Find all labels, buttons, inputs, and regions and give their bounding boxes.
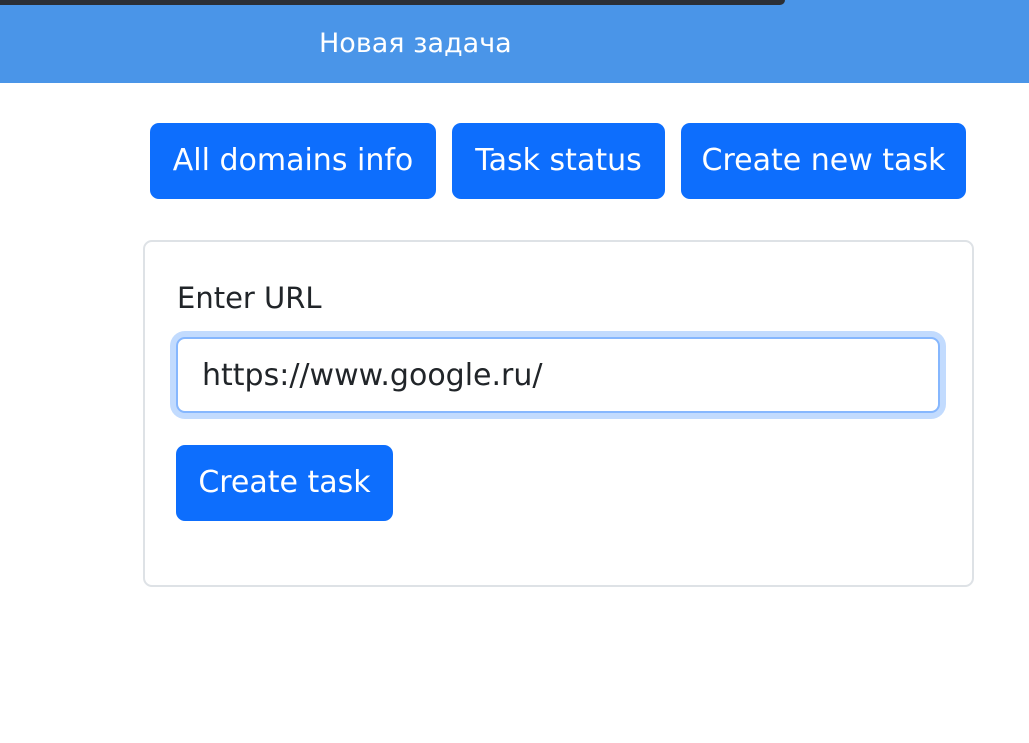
task-status-button[interactable]: Task status bbox=[452, 123, 665, 199]
create-task-button[interactable]: Create task bbox=[176, 445, 393, 521]
window-frame-edge bbox=[0, 0, 785, 5]
page-title: Новая задача bbox=[319, 28, 512, 59]
create-new-task-button[interactable]: Create new task bbox=[681, 123, 966, 199]
url-field-label: Enter URL bbox=[177, 281, 322, 315]
all-domains-info-button[interactable]: All domains info bbox=[150, 123, 436, 199]
top-header: Новая задача bbox=[0, 0, 1029, 83]
url-input[interactable] bbox=[176, 337, 940, 413]
